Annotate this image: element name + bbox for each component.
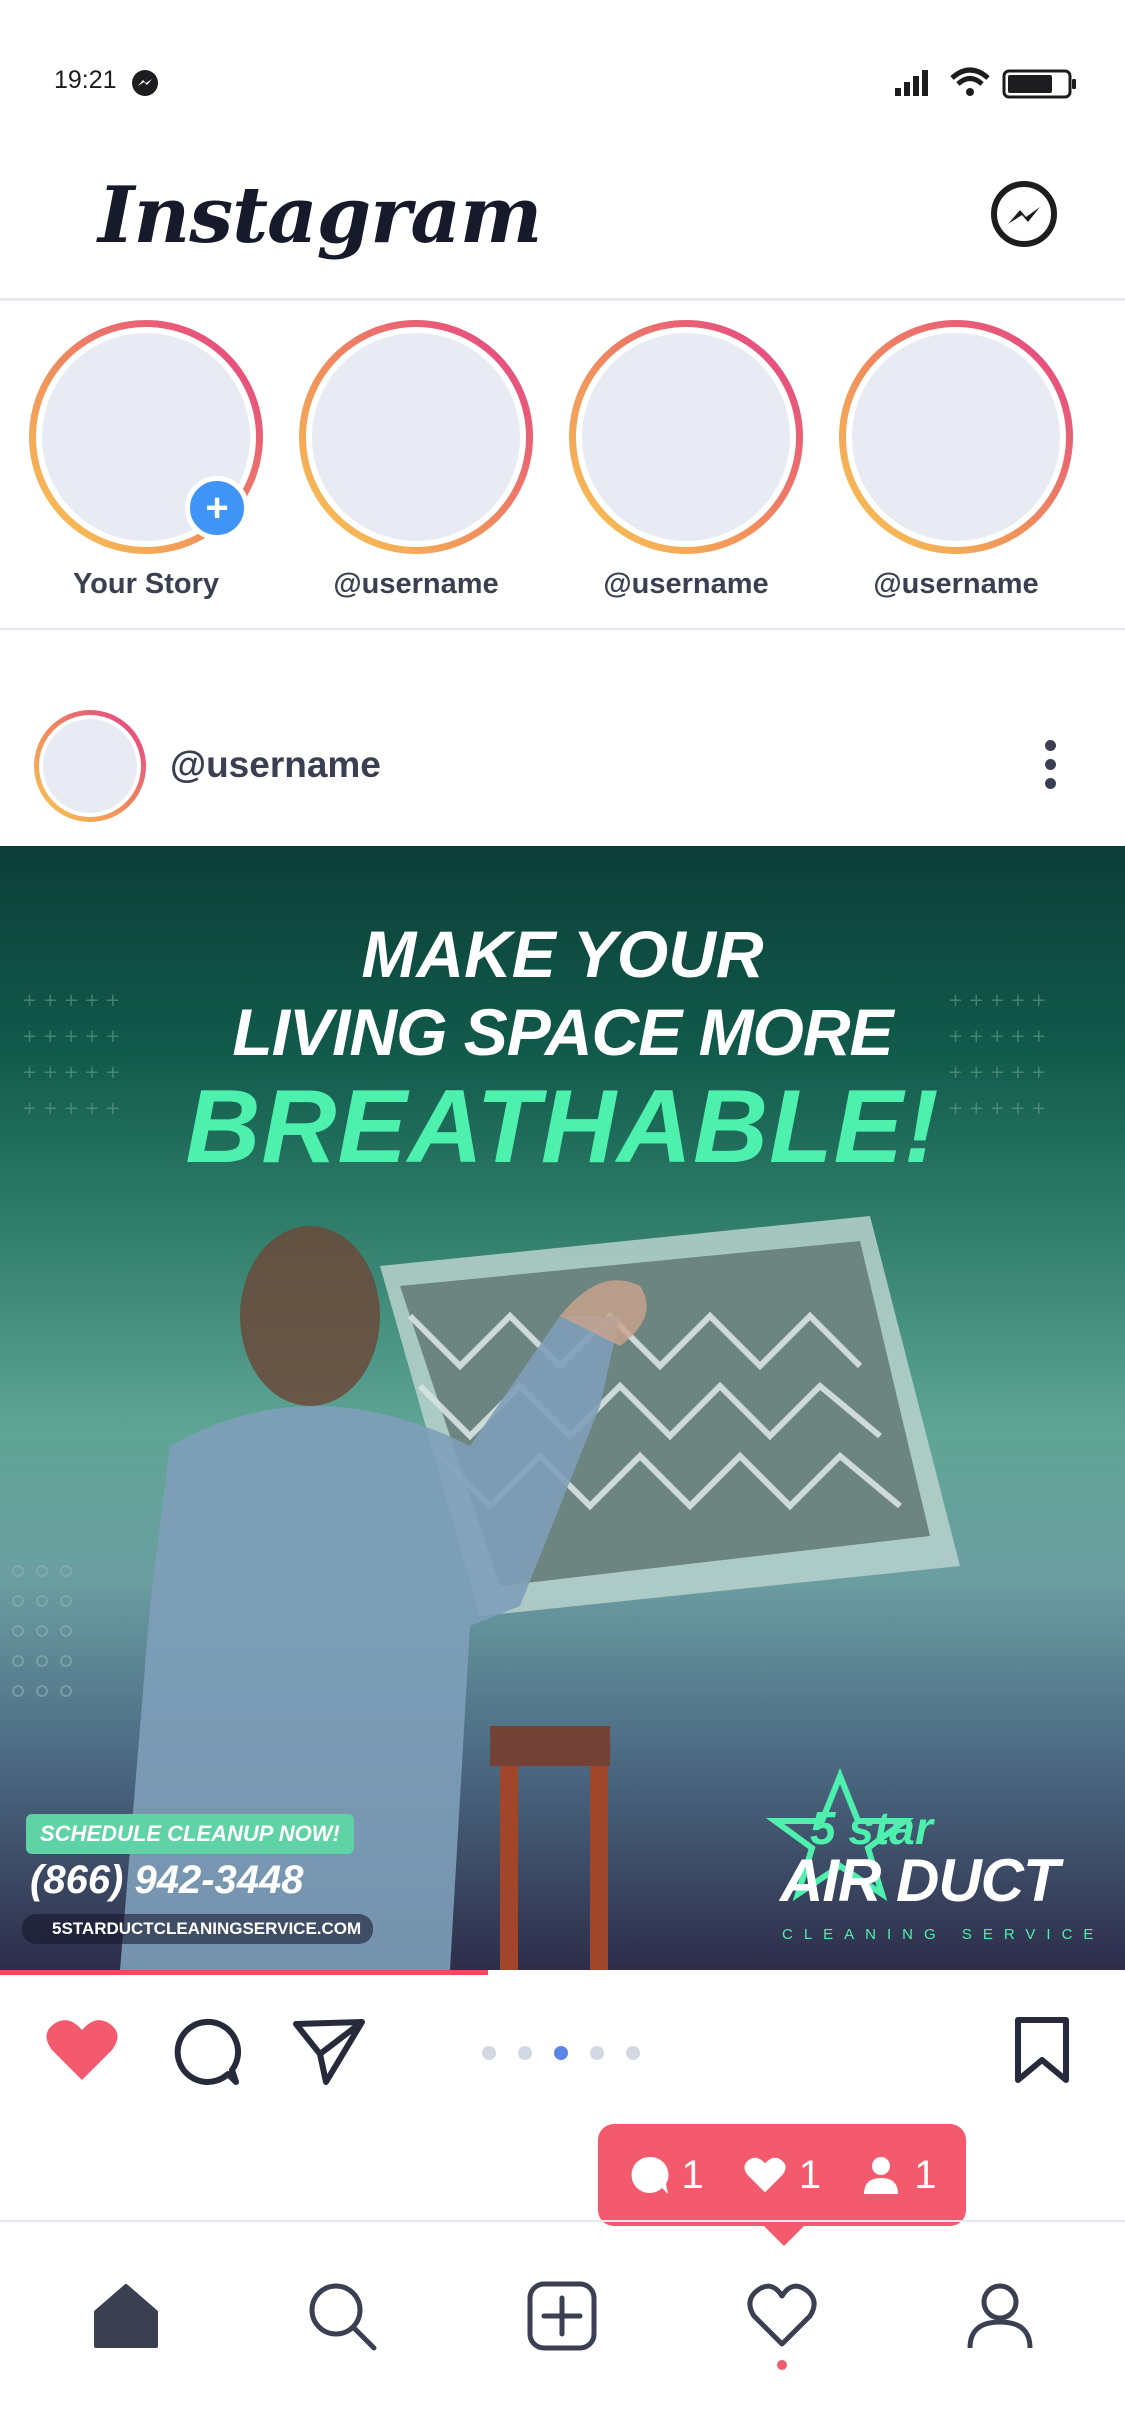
comment-count: 1 — [681, 2152, 704, 2197]
header-divider — [0, 298, 1125, 301]
notification-tail — [760, 2222, 808, 2246]
post-image[interactable]: + + + + + + + + + + + + + + + + + + + + … — [0, 846, 1125, 1970]
post-progress-bar — [0, 1970, 488, 1975]
story-your-story[interactable]: + Your Story — [26, 320, 266, 601]
wifi-icon — [950, 67, 990, 96]
ad-website: 5STARDUCTCLEANINGSERVICE.COM — [22, 1914, 374, 1944]
ad-brand-sub: CLEANING SERVICE — [782, 1926, 1105, 1943]
like-count: 1 — [798, 2152, 822, 2197]
bookmark-icon[interactable] — [1012, 2016, 1072, 2086]
ad-headline-1: MAKE YOUR — [361, 917, 764, 991]
story-item[interactable]: @username — [836, 320, 1076, 601]
story-label: Your Story — [72, 568, 220, 600]
post-avatar[interactable] — [34, 710, 146, 822]
battery-icon — [1002, 69, 1076, 99]
story-ring — [299, 320, 533, 554]
messenger-icon[interactable] — [988, 180, 1060, 252]
add-story-icon[interactable]: + — [185, 476, 249, 540]
ad-brand: AIR DUCT — [780, 1847, 1060, 1914]
ad-phone: (866) 942-3448 — [30, 1858, 304, 1902]
follower-count: 1 — [914, 2152, 937, 2197]
carousel-dot — [626, 2046, 640, 2060]
carousel-dot — [590, 2046, 604, 2060]
activity-heart-icon[interactable] — [746, 2280, 818, 2352]
follower-notif-icon — [864, 2157, 899, 2194]
story-label: @username — [603, 568, 769, 600]
carousel-dot — [554, 2046, 568, 2060]
ad-headline-3: BREATHABLE! — [185, 1069, 940, 1185]
profile-icon[interactable] — [964, 2280, 1036, 2352]
more-options-icon[interactable] — [1038, 740, 1062, 794]
instagram-logo: Instagram — [98, 170, 542, 261]
signal-icon — [895, 70, 928, 96]
activity-indicator-dot — [777, 2360, 787, 2370]
carousel-dot — [482, 2046, 496, 2060]
story-label: @username — [873, 568, 1039, 600]
stories-divider — [0, 628, 1125, 630]
like-notif-icon — [744, 2157, 786, 2193]
story-label: @username — [333, 568, 499, 600]
add-post-icon[interactable] — [526, 2280, 598, 2352]
story-ring — [569, 320, 803, 554]
avatar — [43, 719, 137, 813]
ad-headline-2: LIVING SPACE MORE — [232, 995, 893, 1069]
like-icon[interactable] — [44, 2016, 120, 2084]
carousel-dot — [518, 2046, 532, 2060]
comment-icon[interactable] — [170, 2016, 242, 2088]
story-item[interactable]: @username — [296, 320, 536, 601]
activity-notification[interactable]: 1 1 1 — [598, 2124, 966, 2226]
share-icon[interactable] — [292, 2016, 366, 2086]
story-item[interactable]: @username — [566, 320, 806, 601]
messenger-status-icon — [132, 70, 158, 96]
nav-divider — [0, 2220, 1125, 2222]
avatar — [312, 333, 520, 541]
avatar — [582, 333, 790, 541]
story-ring: + — [29, 320, 263, 554]
post-username[interactable]: @username — [170, 744, 381, 786]
ad-cta-badge: SCHEDULE CLEANUP NOW! — [26, 1814, 354, 1854]
avatar — [852, 333, 1060, 541]
status-time: 19:21 — [54, 66, 117, 94]
comment-notif-icon — [631, 2156, 668, 2194]
home-icon[interactable] — [90, 2280, 162, 2352]
carousel-indicator — [482, 2046, 640, 2060]
search-icon[interactable] — [306, 2280, 378, 2352]
story-ring — [839, 320, 1073, 554]
